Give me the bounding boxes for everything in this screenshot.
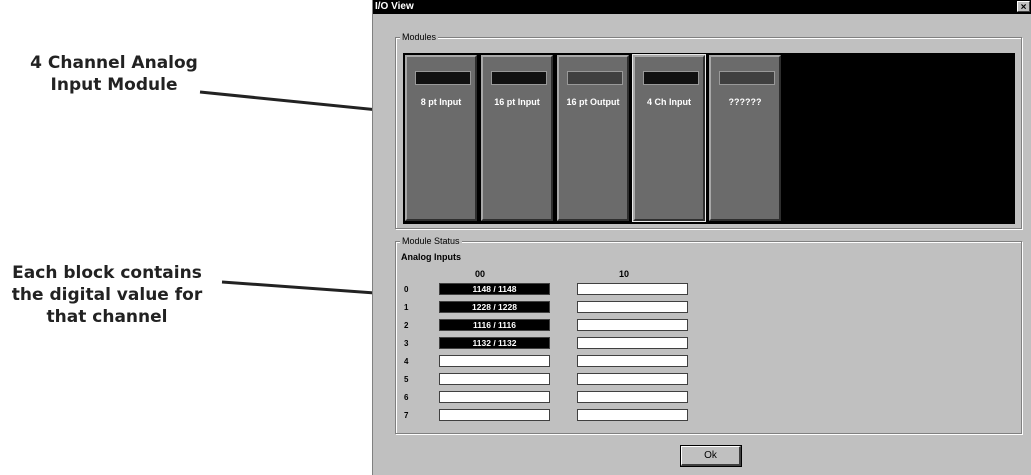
close-icon: ×	[1020, 2, 1027, 13]
module-16pt-input[interactable]: 16 pt Input	[481, 55, 553, 221]
channel-label: 7	[404, 411, 409, 420]
channel-value-10	[577, 319, 688, 331]
module-status-led	[415, 71, 471, 85]
channel-label: 6	[404, 393, 409, 402]
module-status-group: Module Status Analog Inputs 00 10 0 1148 …	[395, 235, 1022, 434]
module-rack: 8 pt Input 16 pt Input 16 pt Output 4 Ch…	[403, 53, 1015, 224]
module-label: 16 pt Input	[494, 97, 540, 107]
module-label: 4 Ch Input	[647, 97, 691, 107]
channel-label: 5	[404, 375, 409, 384]
channel-value-10	[577, 283, 688, 295]
module-status-label: Module Status	[400, 235, 462, 247]
channel-value-00	[439, 373, 550, 385]
module-8pt-input[interactable]: 8 pt Input	[405, 55, 477, 221]
channel-value-00: 1228 / 1228	[439, 301, 550, 313]
module-callout: 4 Channel Analog Input Module	[30, 53, 198, 95]
channel-value-10	[577, 409, 688, 421]
channel-value-00: 1116 / 1116	[439, 319, 550, 331]
modules-group: Modules 8 pt Input 16 pt Input 16 pt Out…	[395, 31, 1022, 229]
channel-label: 1	[404, 303, 409, 312]
channel-value-10	[577, 301, 688, 313]
channel-value-00	[439, 409, 550, 421]
channel-value-00: 1148 / 1148	[439, 283, 550, 295]
channel-value-10	[577, 337, 688, 349]
modules-group-label: Modules	[400, 31, 439, 43]
module-status-led	[491, 71, 547, 85]
module-label: 16 pt Output	[566, 97, 620, 107]
channel-label: 3	[404, 339, 409, 348]
module-16pt-output[interactable]: 16 pt Output	[557, 55, 629, 221]
module-status-led	[719, 71, 775, 85]
close-button[interactable]: ×	[1017, 1, 1030, 13]
channel-label: 0	[404, 285, 409, 294]
channel-label: 4	[404, 357, 409, 366]
ok-button[interactable]: Ok	[680, 445, 742, 467]
channel-value-10	[577, 355, 688, 367]
column-header-10: 10	[619, 269, 630, 279]
channel-value-00: 1132 / 1132	[439, 337, 550, 349]
channel-value-10	[577, 391, 688, 403]
module-unknown[interactable]: ??????	[709, 55, 781, 221]
module-status-led	[643, 71, 699, 85]
analog-inputs-title: Analog Inputs	[401, 252, 461, 262]
module-label: ??????	[728, 97, 762, 107]
column-header-00: 00	[475, 269, 486, 279]
io-view-window: I/O View × Modules 8 pt Input 16 pt Inpu…	[372, 0, 1031, 475]
channel-value-00	[439, 355, 550, 367]
title-bar: I/O View ×	[373, 0, 1031, 14]
block-callout: Each block contains the digital value fo…	[11, 263, 203, 327]
channel-value-10	[577, 373, 688, 385]
module-label: 8 pt Input	[420, 97, 462, 107]
module-4ch-input[interactable]: 4 Ch Input	[632, 54, 706, 222]
channel-value-00	[439, 391, 550, 403]
window-title: I/O View	[375, 1, 414, 12]
module-status-led	[567, 71, 623, 85]
channel-label: 2	[404, 321, 409, 330]
